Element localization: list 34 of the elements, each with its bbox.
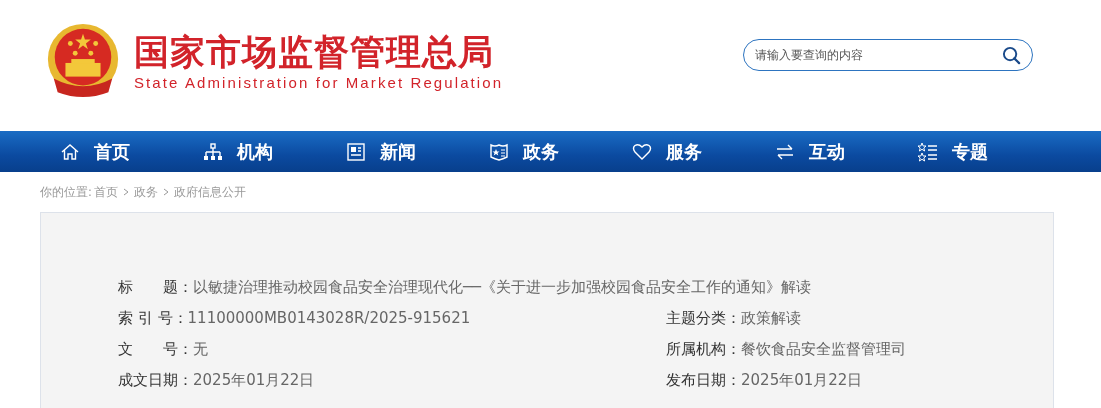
breadcrumb-prefix: 你的位置: bbox=[40, 184, 92, 200]
field-label: 发布日期： bbox=[666, 371, 741, 390]
site-subtitle: State Administration for Market Regulation bbox=[134, 73, 504, 93]
search-icon[interactable] bbox=[1002, 46, 1021, 65]
nav-tab[interactable]: 政务 bbox=[489, 131, 632, 172]
hierarchy-icon bbox=[203, 141, 223, 162]
field-label: 成文日期： bbox=[118, 371, 193, 390]
shield-star-icon bbox=[489, 141, 509, 162]
heart-icon bbox=[632, 141, 652, 162]
site-title: 国家市场监督管理总局 bbox=[134, 32, 495, 72]
search-field[interactable]: 请输入要查询的内容 bbox=[743, 39, 1033, 71]
field-value: 餐饮食品安全监督管理司 bbox=[741, 340, 906, 359]
field-value: 2025年01月22日 bbox=[193, 371, 315, 390]
nav-tab[interactable]: 专题 bbox=[918, 131, 1061, 172]
field-value: 无 bbox=[193, 340, 208, 359]
field-label: 主题分类： bbox=[666, 309, 741, 328]
home-icon bbox=[60, 141, 80, 162]
field-label: 标 题： bbox=[118, 278, 193, 297]
nav-tab[interactable]: 机构 bbox=[203, 131, 346, 172]
nav-tab[interactable]: 互动 bbox=[775, 131, 918, 172]
field-value: 11100000MB0143028R/2025-915621 bbox=[187, 309, 471, 328]
nav-tab[interactable]: 新闻 bbox=[346, 131, 489, 172]
field-value: 以敏捷治理推动校园食品安全治理现代化──《关于进一步加强校园食品安全工作的通知》解读 bbox=[193, 278, 812, 297]
field-label: 文 号： bbox=[118, 340, 193, 359]
nav-tab[interactable]: 服务 bbox=[632, 131, 775, 172]
field-value: 政策解读 bbox=[741, 309, 801, 328]
field-label: 所属机构： bbox=[666, 340, 741, 359]
breadcrumb-separator-icon bbox=[162, 188, 169, 196]
field-value: 2025年01月22日 bbox=[741, 371, 863, 390]
breadcrumb-separator-icon bbox=[122, 188, 129, 196]
nav-tab[interactable]: 首页 bbox=[60, 131, 203, 172]
star-list-icon bbox=[918, 141, 938, 162]
field-label: 索 引 号： bbox=[118, 309, 188, 328]
newspaper-icon bbox=[346, 141, 366, 162]
